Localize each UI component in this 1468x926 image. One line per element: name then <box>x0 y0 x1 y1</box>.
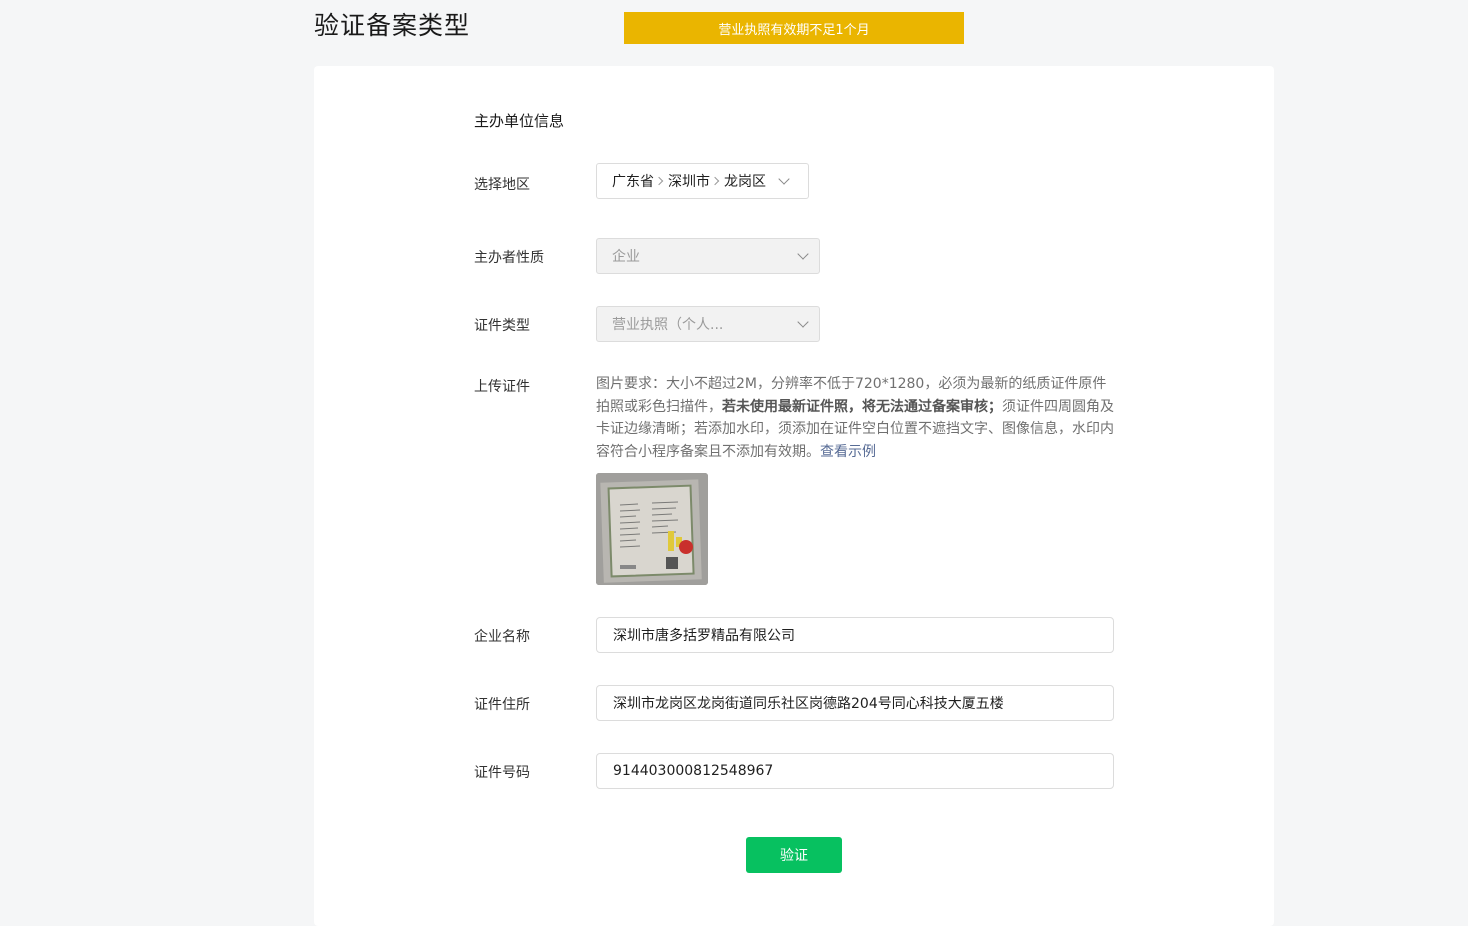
region-label: 选择地区 <box>474 177 530 193</box>
section-title: 主办单位信息 <box>474 112 565 130</box>
city-text: 深圳市 <box>668 174 710 190</box>
cert-type-select[interactable]: 营业执照（个人... <box>596 306 820 342</box>
upload-desc-warning: 若未使用最新证件照，将无法通过备案审核； <box>722 398 1002 415</box>
company-name-input[interactable] <box>596 617 1114 653</box>
upload-requirements: 图片要求：大小不超过2M，分辨率不低于720*1280，必须为最新的纸质证件原件… <box>596 373 1118 463</box>
cert-type-label: 证件类型 <box>474 318 530 334</box>
cert-address-label: 证件住所 <box>474 697 530 713</box>
chevron-down-icon <box>797 248 809 260</box>
organizer-type-value: 企业 <box>612 249 640 265</box>
organizer-type-select[interactable]: 企业 <box>596 238 820 274</box>
cert-number-input[interactable] <box>596 753 1114 789</box>
organizer-type-label: 主办者性质 <box>474 250 544 266</box>
license-photo-icon <box>596 473 708 585</box>
district-text: 龙岗区 <box>724 174 766 190</box>
verify-button[interactable]: 验证 <box>746 837 842 873</box>
cert-number-label: 证件号码 <box>474 765 530 781</box>
province-text: 广东省 <box>612 174 654 190</box>
region-select[interactable]: 广东省 深圳市 龙岗区 <box>596 163 809 199</box>
view-example-link[interactable]: 查看示例 <box>820 444 876 460</box>
upload-label: 上传证件 <box>474 379 530 395</box>
chevron-right-icon <box>710 176 720 186</box>
chevron-down-icon <box>778 172 790 185</box>
license-expiry-warning-banner: 营业执照有效期不足1个月 <box>624 12 964 44</box>
chevron-right-icon <box>654 176 664 186</box>
company-name-label: 企业名称 <box>474 629 530 645</box>
cert-address-input[interactable] <box>596 685 1114 721</box>
page-title: 验证备案类型 <box>314 11 471 40</box>
form-card: 主办单位信息 选择地区 广东省 深圳市 龙岗区 主办者性质 企业 证件类型 营业… <box>314 66 1274 926</box>
chevron-down-icon <box>797 316 809 328</box>
uploaded-license-image[interactable] <box>596 473 708 585</box>
cert-type-value: 营业执照（个人... <box>612 317 724 333</box>
